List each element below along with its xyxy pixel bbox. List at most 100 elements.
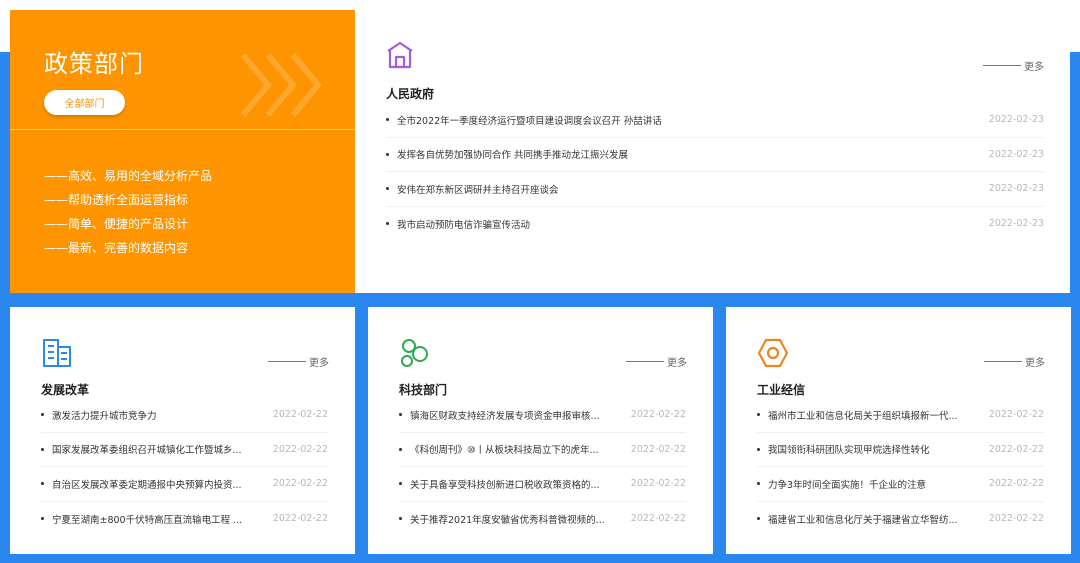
policy-title: 政策部门 — [44, 50, 144, 78]
news-title: 关于具备享受科技创新进口税收政策资格的... — [410, 479, 600, 491]
bullet — [399, 413, 402, 417]
more-link[interactable]: 更多 — [626, 354, 687, 369]
news-date: 2022-02-23 — [988, 148, 1044, 160]
industry-card: 工业经信 更多 福州市工业和信息化局关于组织填报新一代... 2022-02-22… — [726, 307, 1071, 554]
bullet — [757, 447, 760, 451]
news-date: 2022-02-22 — [988, 478, 1044, 490]
news-title: 激发活力提升城市竞争力 — [52, 410, 157, 422]
news-list: 镇海区财政支持经济发展专项资金申报审核... 2022-02-22 《科创周刊》⑩… — [399, 398, 686, 536]
feature-item: ——高效、易用的全域分析产品 — [44, 169, 213, 183]
news-title: 《科创周刊》⑩丨从板块科技局立下的虎年... — [410, 445, 599, 457]
policy-panel: 政策部门 全部部门 ——高效、易用的全域分析产品 ——帮助透析全面运营指标 ——… — [10, 10, 355, 293]
card-title: 人民政府 — [386, 87, 435, 101]
bullet — [386, 222, 389, 226]
news-item[interactable]: 宁夏至湖南±800千伏特高压直流输电工程 ... 2022-02-22 — [41, 502, 328, 537]
more-line — [983, 65, 1021, 66]
more-label: 更多 — [667, 358, 687, 369]
news-list: 全市2022年一季度经济运行暨项目建设调度会议召开 孙喆讲话 2022-02-23… — [386, 103, 1044, 241]
news-item[interactable]: 力争3年时间全面实施！千企业的注意 2022-02-22 — [757, 467, 1044, 502]
more-label: 更多 — [1024, 62, 1044, 73]
news-title: 我市启动预防电信诈骗宣传活动 — [397, 219, 531, 231]
bullet — [399, 447, 402, 451]
news-date: 2022-02-22 — [630, 478, 686, 490]
bullet — [41, 447, 44, 451]
news-item[interactable]: 安伟在郑东新区调研并主持召开座谈会 2022-02-23 — [386, 172, 1044, 207]
news-date: 2022-02-22 — [272, 478, 328, 490]
bullet — [41, 413, 44, 417]
bullet — [399, 517, 402, 521]
news-item[interactable]: 镇海区财政支持经济发展专项资金申报审核... 2022-02-22 — [399, 398, 686, 433]
building-icon — [43, 339, 71, 367]
feature-item: ——简单、便捷的产品设计 — [44, 217, 189, 231]
card-title: 发展改革 — [41, 383, 90, 397]
news-date: 2022-02-22 — [272, 513, 328, 525]
technology-card: 科技部门 更多 镇海区财政支持经济发展专项资金申报审核... 2022-02-22… — [368, 307, 713, 554]
more-link[interactable]: 更多 — [983, 58, 1044, 73]
hex-nut-icon — [757, 338, 789, 368]
news-date: 2022-02-22 — [988, 443, 1044, 455]
news-title: 自治区发展改革委定期通报中央预算内投资... — [52, 479, 242, 491]
divider — [10, 129, 355, 130]
molecule-icon — [401, 339, 428, 367]
feature-item: ——帮助透析全面运营指标 — [44, 193, 189, 207]
news-item[interactable]: 我国领衔科研团队实现甲烷选择性转化 2022-02-22 — [757, 433, 1044, 467]
news-item[interactable]: 《科创周刊》⑩丨从板块科技局立下的虎年... 2022-02-22 — [399, 433, 686, 467]
bullet — [757, 413, 760, 417]
news-item[interactable]: 福建省工业和信息化厅关于福建省立华智纺... 2022-02-22 — [757, 502, 1044, 537]
news-list: 福州市工业和信息化局关于组织填报新一代... 2022-02-22 我国领衔科研团… — [757, 398, 1044, 536]
news-date: 2022-02-22 — [988, 409, 1044, 421]
more-line — [626, 361, 664, 362]
news-title: 安伟在郑东新区调研并主持召开座谈会 — [397, 184, 559, 196]
bullet — [41, 482, 44, 486]
news-item[interactable]: 发挥各自优势加强协同合作 共同携手推动龙江振兴发展 2022-02-23 — [386, 138, 1044, 172]
news-date: 2022-02-22 — [272, 443, 328, 455]
news-date: 2022-02-22 — [630, 443, 686, 455]
news-item[interactable]: 全市2022年一季度经济运行暨项目建设调度会议召开 孙喆讲话 2022-02-23 — [386, 103, 1044, 138]
news-date: 2022-02-22 — [272, 409, 328, 421]
more-label: 更多 — [1025, 358, 1045, 369]
news-item[interactable]: 国家发展改革委组织召开城镇化工作暨城乡... 2022-02-22 — [41, 433, 328, 467]
news-title: 关于推荐2021年度安徽省优秀科普微视频的... — [410, 514, 605, 526]
more-link[interactable]: 更多 — [268, 354, 329, 369]
news-item[interactable]: 关于推荐2021年度安徽省优秀科普微视频的... 2022-02-22 — [399, 502, 686, 537]
news-item[interactable]: 福州市工业和信息化局关于组织填报新一代... 2022-02-22 — [757, 398, 1044, 433]
news-title: 福州市工业和信息化局关于组织填报新一代... — [768, 410, 958, 422]
all-departments-button[interactable]: 全部部门 — [44, 90, 125, 115]
more-line — [984, 361, 1022, 362]
bullet — [757, 517, 760, 521]
news-date: 2022-02-23 — [988, 218, 1044, 230]
news-item[interactable]: 关于具备享受科技创新进口税收政策资格的... 2022-02-22 — [399, 467, 686, 502]
house-icon — [387, 41, 413, 69]
bullet — [386, 118, 389, 122]
bullet — [757, 482, 760, 486]
news-title: 全市2022年一季度经济运行暨项目建设调度会议召开 孙喆讲话 — [397, 115, 662, 127]
development-reform-card: 发展改革 更多 激发活力提升城市竞争力 2022-02-22 国家发展改革委组织召… — [10, 307, 355, 554]
more-link[interactable]: 更多 — [984, 354, 1045, 369]
government-card: 人民政府 更多 全市2022年一季度经济运行暨项目建设调度会议召开 孙喆讲话 20… — [355, 10, 1070, 293]
news-date: 2022-02-22 — [630, 409, 686, 421]
news-date: 2022-02-23 — [988, 183, 1044, 195]
news-title: 宁夏至湖南±800千伏特高压直流输电工程 ... — [52, 514, 243, 526]
bullet — [399, 482, 402, 486]
news-list: 激发活力提升城市竞争力 2022-02-22 国家发展改革委组织召开城镇化工作暨城… — [41, 398, 328, 536]
bullet — [386, 152, 389, 156]
bullet — [386, 187, 389, 191]
news-date: 2022-02-22 — [630, 513, 686, 525]
more-line — [268, 361, 306, 362]
news-title: 力争3年时间全面实施！千企业的注意 — [768, 479, 927, 491]
news-title: 国家发展改革委组织召开城镇化工作暨城乡... — [52, 445, 242, 457]
feature-item: ——最新、完善的数据内容 — [44, 241, 189, 255]
news-item[interactable]: 自治区发展改革委定期通报中央预算内投资... 2022-02-22 — [41, 467, 328, 502]
card-title: 科技部门 — [399, 383, 448, 397]
news-item[interactable]: 我市启动预防电信诈骗宣传活动 2022-02-23 — [386, 207, 1044, 242]
news-date: 2022-02-23 — [988, 114, 1044, 126]
card-title: 工业经信 — [757, 383, 806, 397]
feature-list: ——高效、易用的全域分析产品 ——帮助透析全面运营指标 ——简单、便捷的产品设计… — [44, 167, 212, 263]
news-item[interactable]: 激发活力提升城市竞争力 2022-02-22 — [41, 398, 328, 433]
news-title: 镇海区财政支持经济发展专项资金申报审核... — [410, 410, 600, 422]
bullet — [41, 517, 44, 521]
news-title: 福建省工业和信息化厅关于福建省立华智纺... — [768, 514, 958, 526]
more-label: 更多 — [309, 358, 329, 369]
news-title: 我国领衔科研团队实现甲烷选择性转化 — [768, 445, 930, 457]
news-title: 发挥各自优势加强协同合作 共同携手推动龙江振兴发展 — [397, 150, 629, 162]
